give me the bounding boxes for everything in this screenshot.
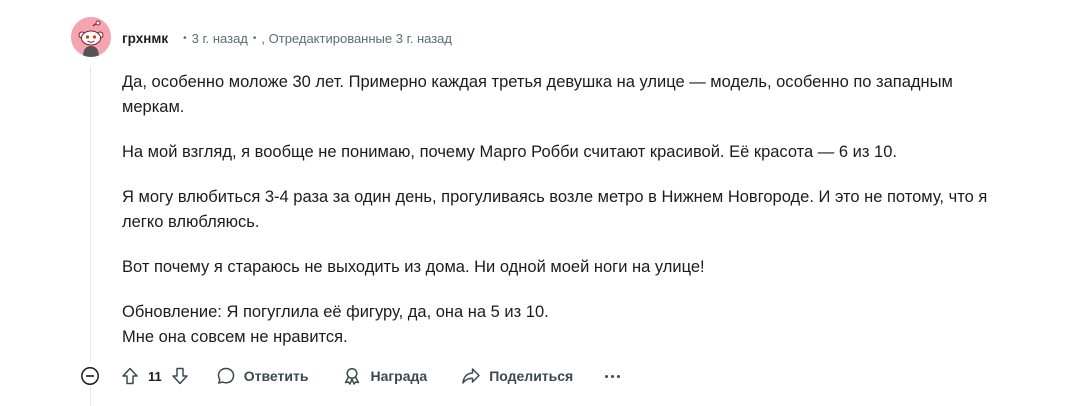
comment-actions: 11 Ответить Награда Поделиться xyxy=(80,362,623,390)
comment-paragraph: Я могу влюбиться 3-4 раза за один день, … xyxy=(122,188,988,231)
collapse-button[interactable] xyxy=(80,366,100,386)
share-label: Поделиться xyxy=(489,368,574,384)
arrow-down-icon xyxy=(172,367,188,385)
comment-paragraph-update: Обновление: Я погуглила её фигуру, да, о… xyxy=(122,300,1002,350)
edited-label: , Отредактированные 3 г. назад xyxy=(261,30,452,46)
comment-paragraph: Да, особенно моложе 30 лет. Примерно каж… xyxy=(122,73,953,116)
share-button[interactable]: Поделиться xyxy=(461,366,573,386)
more-dots-icon xyxy=(617,374,621,378)
comment-paragraph: На мой взгляд, я вообще не понимаю, поче… xyxy=(122,143,897,161)
comment-body: Да, особенно моложе 30 лет. Примерно каж… xyxy=(122,70,1002,370)
separator-dot: • xyxy=(183,32,187,44)
upvote-button[interactable] xyxy=(120,366,140,386)
reply-label: Ответить xyxy=(243,368,309,384)
vote-group: 11 xyxy=(120,366,190,386)
award-label: Награда xyxy=(370,368,428,384)
avatar[interactable] xyxy=(71,17,111,57)
vote-count: 11 xyxy=(148,368,162,384)
thread-line[interactable] xyxy=(90,66,91,362)
comment: грхнмк • 3 г. назад • , Отредактированны… xyxy=(0,0,1092,406)
arrow-up-icon xyxy=(122,367,138,385)
update-line: Обновление: Я погуглила её фигуру, да, о… xyxy=(122,303,549,321)
username[interactable]: грхнмк xyxy=(122,31,168,46)
update-line: Мне она совсем не нравится. xyxy=(122,328,348,346)
share-arrow-icon xyxy=(462,368,480,384)
award-icon xyxy=(345,367,360,385)
comment-header: грхнмк • 3 г. назад • , Отредактированны… xyxy=(122,28,452,48)
downvote-button[interactable] xyxy=(170,366,190,386)
speech-bubble-icon xyxy=(217,367,234,384)
separator-dot: • xyxy=(252,32,257,44)
minus-circle-icon xyxy=(81,367,99,385)
more-options-button[interactable] xyxy=(605,374,623,378)
award-button[interactable]: Награда xyxy=(342,366,427,386)
more-dots-icon xyxy=(605,374,609,378)
comment-paragraph: Вот почему я стараюсь не выходить из дом… xyxy=(122,258,705,276)
more-dots-icon xyxy=(611,374,615,378)
reply-button[interactable]: Ответить xyxy=(216,366,309,386)
reddit-snoo-avatar-icon xyxy=(71,17,111,57)
timestamp[interactable]: 3 г. назад xyxy=(192,31,248,46)
